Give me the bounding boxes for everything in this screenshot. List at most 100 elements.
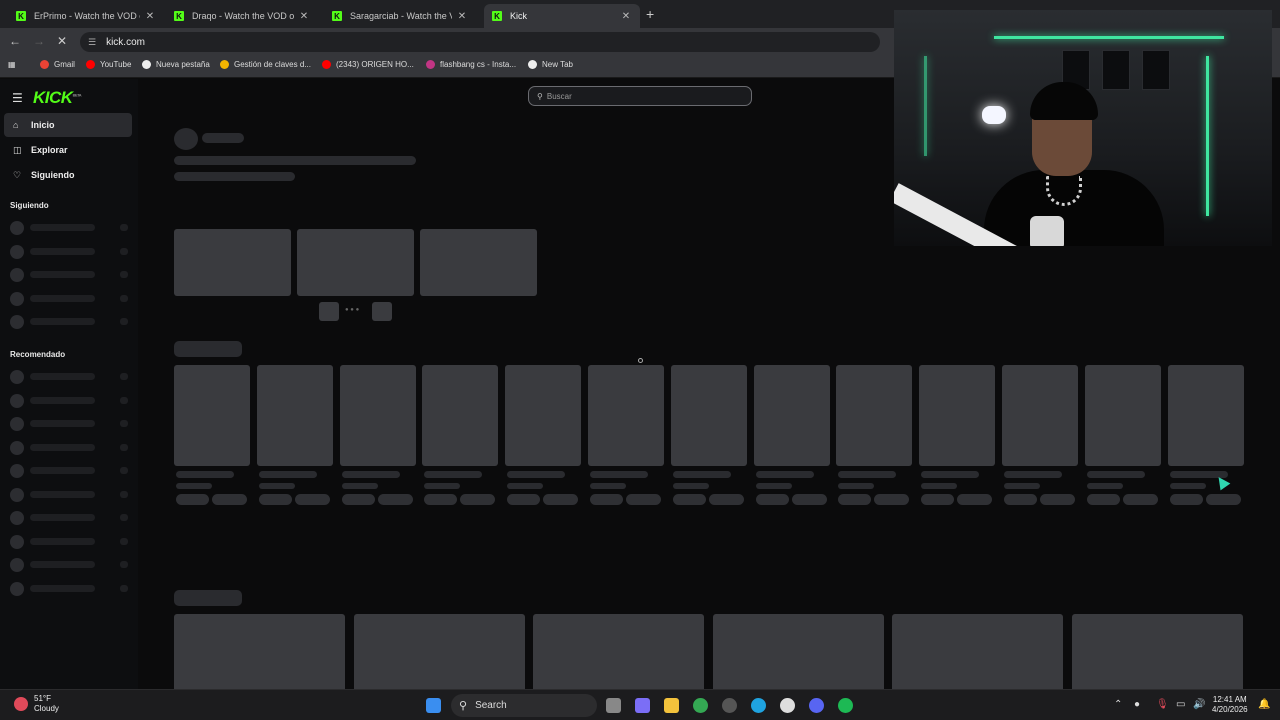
skeleton-channel-row (10, 487, 128, 502)
skeleton-category-card (712, 614, 884, 694)
skeleton-channel-row (10, 440, 128, 455)
kick-logo[interactable]: KICKBETA (33, 88, 82, 108)
search-icon: ⚲ (459, 700, 468, 712)
weather-temp: 51°F (34, 694, 51, 703)
logo-text: KICK (33, 88, 73, 107)
bookmark-label: Nueva pestaña (156, 60, 210, 69)
tab-draqo[interactable]: K Draqo - Watch the VOD on Kick ✕ (166, 4, 318, 28)
skeleton-channel-row (10, 581, 128, 596)
url-text: kick.com (106, 36, 145, 48)
volume-icon[interactable]: 🔊 (1193, 699, 1205, 710)
carousel-dots: ● ● ● (345, 307, 360, 313)
copilot-icon[interactable] (635, 698, 650, 713)
nav-inicio[interactable]: ⌂ Inicio (4, 113, 132, 137)
skeleton-channel-row (10, 558, 128, 572)
instagram-icon (426, 60, 435, 69)
back-arrow-icon[interactable]: ← (9, 34, 21, 48)
microphone (1030, 216, 1064, 246)
windows-start-icon[interactable] (426, 698, 441, 713)
skeleton-category-card (892, 614, 1063, 694)
weather-desc: Cloudy (34, 704, 59, 713)
bookmark-label: flashbang cs - Insta... (440, 60, 517, 69)
globe-icon (528, 60, 537, 69)
carousel-prev-button[interactable] (319, 302, 339, 321)
stop-loading-icon[interactable]: ✕ (57, 34, 67, 48)
kick-favicon-icon: K (492, 11, 502, 21)
neon-light (994, 36, 1224, 39)
wall-panel (1102, 50, 1130, 90)
chrome-icon[interactable] (693, 698, 708, 713)
skeleton-channel-row (10, 464, 128, 478)
tray-chevron-icon[interactable]: ⌃ (1114, 699, 1122, 710)
menu-icon[interactable]: ☰ (12, 91, 23, 105)
key-icon (220, 60, 229, 69)
weather-text: 51°F Cloudy (34, 694, 59, 714)
clock-time: 12:41 AM (1212, 695, 1247, 704)
bookmark-flashbang[interactable]: flashbang cs - Insta... (426, 60, 516, 69)
edge-icon[interactable] (751, 698, 766, 713)
skeleton-line (202, 133, 244, 143)
skeleton-channel-row (10, 511, 128, 525)
bookmark-nueva-pestana[interactable]: Nueva pestaña (142, 60, 210, 69)
weather-widget[interactable]: 51°F Cloudy (14, 694, 59, 714)
tray-app-icon[interactable]: ● (1134, 699, 1140, 710)
tab-label: Draqo - Watch the VOD on Kick (192, 11, 294, 21)
sidebar: ☰ KICKBETA ⌂ Inicio ◫ Explorar ♡ Siguiendo … (0, 79, 138, 689)
obs-icon[interactable] (780, 698, 795, 713)
skeleton-category-card (174, 614, 345, 694)
bookmark-label: Gmail (54, 60, 75, 69)
bookmark-gestion-claves[interactable]: Gestión de claves d... (220, 60, 311, 69)
taskbar-search[interactable]: ⚲ Search (451, 694, 597, 717)
app-icon[interactable] (722, 698, 737, 713)
bookmark-label: YouTube (100, 60, 132, 69)
skeleton-channel-row (10, 291, 128, 306)
compass-icon: ◫ (13, 144, 22, 155)
recommended-section-title: Recomendado (10, 350, 66, 359)
bookmark-origen[interactable]: (2343) ORIGEN HO... (322, 60, 414, 69)
skeleton-channel-row (10, 417, 128, 431)
nav-label: Explorar (31, 145, 68, 155)
following-section-title: Siguiendo (10, 201, 49, 210)
close-tab-icon[interactable]: ✕ (456, 11, 468, 22)
bookmark-label: Gestión de claves d... (234, 60, 311, 69)
nav-siguiendo[interactable]: ♡ Siguiendo (4, 163, 132, 187)
neon-light (1206, 56, 1209, 216)
tab-saragarciab[interactable]: K Saragarciab - Watch the VOD on Kick ✕ (324, 4, 476, 28)
close-tab-icon[interactable]: ✕ (144, 11, 156, 22)
close-tab-icon[interactable]: ✕ (620, 11, 632, 22)
weather-icon (14, 697, 28, 711)
task-view-icon[interactable] (606, 698, 621, 713)
discord-icon[interactable] (809, 698, 824, 713)
search-input[interactable]: ⚲ Buscar (528, 86, 752, 106)
heart-icon: ♡ (13, 169, 22, 180)
search-icon: ⚲ (537, 91, 543, 101)
notification-bell-icon[interactable]: 🔔 (1258, 699, 1270, 710)
system-clock[interactable]: 12:41 AM 4/20/2026 (1212, 695, 1248, 715)
tab-erprimo[interactable]: K ErPrimo - Watch the VOD on Kick ✕ (8, 4, 164, 28)
bookmark-gmail[interactable]: Gmail (40, 60, 75, 69)
skeleton-category-card (1071, 614, 1243, 694)
file-explorer-icon[interactable] (664, 698, 679, 713)
spotify-icon[interactable] (838, 698, 853, 713)
lamp (982, 106, 1006, 124)
tab-label: ErPrimo - Watch the VOD on Kick (34, 11, 140, 21)
taskbar-search-label: Search (475, 700, 507, 711)
bookmark-youtube[interactable]: YouTube (86, 60, 131, 69)
kick-favicon-icon: K (174, 11, 184, 21)
network-icon[interactable]: ▭ (1176, 699, 1185, 710)
forward-arrow-icon[interactable]: → (33, 34, 45, 48)
bookmark-new-tab[interactable]: New Tab (528, 60, 573, 69)
microphone-icon[interactable]: 🎙 (1156, 699, 1169, 710)
close-tab-icon[interactable]: ✕ (298, 11, 310, 22)
apps-grid-icon[interactable]: ▦ (8, 60, 16, 69)
new-tab-button[interactable]: + (646, 6, 654, 22)
site-info-icon[interactable]: ☰ (88, 37, 96, 48)
skeleton-category-card (533, 614, 704, 694)
webcam-overlay (894, 10, 1272, 246)
carousel-next-button[interactable] (372, 302, 392, 321)
url-bar[interactable]: ☰ kick.com (80, 32, 880, 52)
skeleton-channel-row (10, 393, 128, 408)
section-title-skeleton (174, 590, 242, 606)
nav-explorar[interactable]: ◫ Explorar (4, 138, 132, 162)
tab-kick[interactable]: K Kick ✕ (484, 4, 640, 28)
